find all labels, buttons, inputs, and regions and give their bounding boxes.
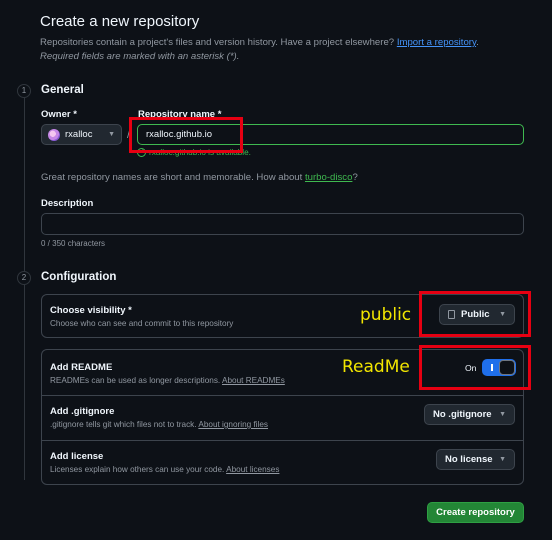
suggested-name-link[interactable]: turbo-disco (305, 172, 352, 183)
description-label: Description (41, 198, 94, 209)
readme-row: Add README READMEs can be used as longer… (50, 362, 285, 385)
suggestion-text: Great repository names are short and mem… (41, 172, 303, 183)
annotation-box-repo-name (129, 117, 243, 153)
visibility-subtitle: Choose who can see and commit to this re… (50, 319, 234, 328)
chevron-down-icon: ▼ (499, 456, 506, 463)
license-subtitle: Licenses explain how others can use your… (50, 465, 279, 474)
import-repository-link[interactable]: Import a repository (397, 37, 476, 48)
step-number-2: 2 (17, 271, 31, 285)
owner-avatar (48, 128, 60, 141)
license-row: Add license Licenses explain how others … (50, 451, 279, 474)
configuration-section-title: Configuration (41, 271, 117, 283)
chevron-down-icon: ▼ (499, 411, 506, 418)
intro-text: Repositories contain a project's files a… (40, 37, 395, 48)
page-title: Create a new repository (40, 13, 200, 30)
row-divider (42, 440, 523, 441)
readme-subtitle: READMEs can be used as longer descriptio… (50, 376, 285, 385)
owner-value: rxalloc (65, 129, 93, 140)
license-title: Add license (50, 451, 104, 462)
name-suggestion: Great repository names are short and mem… (41, 172, 358, 183)
license-select[interactable]: No license ▼ (436, 449, 515, 470)
readme-subtitle-text: READMEs can be used as longer descriptio… (50, 376, 221, 385)
step-number-1: 1 (17, 84, 31, 98)
owner-select[interactable]: rxalloc ▼ (41, 124, 122, 145)
gitignore-row: Add .gitignore .gitignore tells git whic… (50, 406, 268, 429)
gitignore-subtitle: .gitignore tells git which files not to … (50, 420, 268, 429)
row-divider (42, 395, 523, 396)
annotation-label-readme: ReadMe (342, 357, 410, 377)
about-ignoring-files-link[interactable]: About ignoring files (198, 420, 268, 429)
license-value: No license (445, 454, 493, 465)
visibility-title: Choose visibility * (50, 305, 132, 316)
license-subtitle-text: Licenses explain how others can use your… (50, 465, 225, 474)
required-note: Required fields are marked with an aster… (40, 51, 240, 62)
about-licenses-link[interactable]: About licenses (226, 465, 279, 474)
visibility-row: Choose visibility * Choose who can see a… (50, 305, 233, 328)
annotation-label-public: public (360, 305, 412, 325)
readme-title: Add README (50, 362, 113, 373)
gitignore-title: Add .gitignore (50, 406, 115, 417)
create-repository-button[interactable]: Create repository (427, 502, 524, 523)
gitignore-value: No .gitignore (433, 409, 492, 420)
chevron-down-icon: ▼ (108, 131, 115, 138)
description-char-count: 0 / 350 characters (41, 239, 106, 248)
annotation-box-readme (419, 345, 531, 390)
general-section-title: General (41, 84, 84, 96)
about-readmes-link[interactable]: About READMEs (222, 376, 285, 385)
step-timeline (24, 90, 25, 480)
intro-period: . (476, 37, 479, 48)
annotation-box-visibility (419, 291, 531, 337)
owner-label: Owner * (41, 109, 77, 120)
gitignore-select[interactable]: No .gitignore ▼ (424, 404, 515, 425)
gitignore-subtitle-text: .gitignore tells git which files not to … (50, 420, 197, 429)
suggestion-question-mark: ? (352, 172, 358, 183)
description-input[interactable] (41, 213, 524, 235)
page-intro: Repositories contain a project's files a… (40, 36, 520, 64)
